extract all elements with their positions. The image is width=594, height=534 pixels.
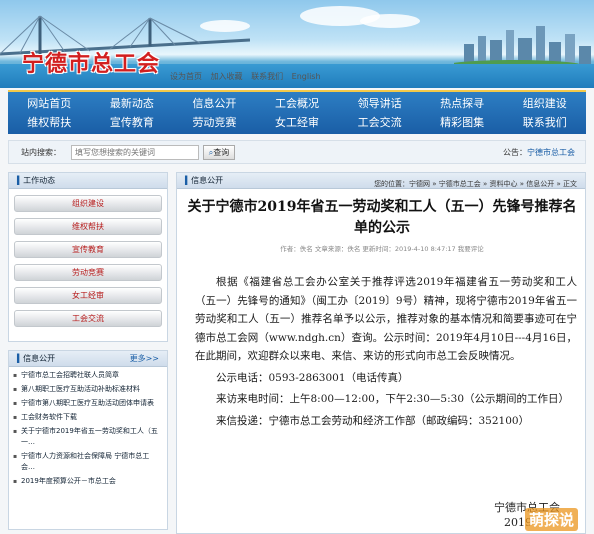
- nav-item-info-public[interactable]: 信息公开: [173, 94, 256, 114]
- work-dynamics-title: ▍工作动态: [9, 173, 167, 189]
- bulletin-text[interactable]: 宁德市总工会: [527, 148, 575, 157]
- nav-item-rights[interactable]: 维权帮扶: [8, 113, 91, 133]
- top-links: 设为首页 加入收藏 联系我们 English: [170, 71, 327, 82]
- bulletin: 公告：宁德市总工会: [503, 147, 575, 158]
- work-item-exchange[interactable]: 工会交流: [14, 310, 162, 327]
- nav-item-competition[interactable]: 劳动竞赛: [173, 113, 256, 133]
- list-item[interactable]: 宁德市总工会招聘社联人员简章: [9, 370, 167, 381]
- bulletin-label: 公告：: [503, 148, 527, 157]
- search-button-label: 查询: [213, 148, 230, 157]
- top-link-english[interactable]: English: [292, 72, 321, 81]
- panel-title-text: 工作动态: [23, 176, 56, 185]
- search-button[interactable]: ⌕查询: [203, 145, 235, 160]
- breadcrumb[interactable]: 您的位置：宁德网 » 宁德市总工会 » 资料中心 » 信息公开 » 正文: [374, 176, 577, 192]
- article-body: 根据《福建省总工会办公室关于推荐评选2019年福建省五一劳动奖和工人（五一）先锋…: [195, 273, 577, 430]
- article-paragraph: 来访来电时间：上午8:00—12:00，下午2:30—5:30（公示期间的工作日…: [216, 393, 569, 405]
- nav-item-education[interactable]: 宣传教育: [91, 113, 174, 133]
- list-item[interactable]: 2019年度预算公开－市总工会: [9, 476, 167, 487]
- article-meta: 作者：佚名 文章来源：佚名 更新时间：2019-4-10 8:47:17 我要评…: [280, 245, 484, 253]
- info-public-panel: ▍信息公开 更多>> 宁德市总工会招聘社联人员简章 第八期职工医疗互助活动补助标…: [8, 350, 168, 530]
- nav-item-gallery[interactable]: 精彩图集: [421, 113, 504, 133]
- top-link-home[interactable]: 设为首页: [170, 72, 202, 81]
- page: 宁德市总工会 设为首页 加入收藏 联系我们 English 网站首页 最新动态 …: [0, 0, 594, 534]
- work-item-education[interactable]: 宣传教育: [14, 241, 162, 258]
- nav-row: 维权帮扶 宣传教育 劳动竞赛 女工经审 工会交流 精彩图集 联系我们: [8, 113, 586, 133]
- watermark-logo: 萌探说: [525, 508, 579, 531]
- panel-title-text: 信息公开: [191, 176, 224, 185]
- list-item[interactable]: 工会财务软件下载: [9, 412, 167, 423]
- nav-item-home[interactable]: 网站首页: [8, 94, 91, 114]
- site-title: 宁德市总工会: [22, 51, 161, 77]
- nav-item-contact[interactable]: 联系我们: [503, 113, 586, 133]
- main-nav: 网站首页 最新动态 信息公开 工会概况 领导讲话 热点探寻 组织建设 维权帮扶 …: [8, 90, 586, 134]
- article-title: 关于宁德市2019年省五一劳动奖和工人（五一）先锋号推荐名单的公示: [187, 199, 577, 236]
- list-item[interactable]: 宁德市人力资源和社会保障局 宁德市总工会…: [9, 451, 167, 473]
- article-paragraph: 公示电话：0593-2863001（电话传真）: [216, 371, 409, 384]
- info-public-title: ▍信息公开 更多>>: [9, 351, 167, 367]
- nav-row: 网站首页 最新动态 信息公开 工会概况 领导讲话 热点探寻 组织建设: [8, 94, 586, 114]
- nav-item-organization[interactable]: 组织建设: [503, 94, 586, 114]
- article-panel: ▍信息公开 您的位置：宁德网 » 宁德市总工会 » 资料中心 » 信息公开 » …: [176, 172, 586, 534]
- work-item-competition[interactable]: 劳动竞赛: [14, 264, 162, 281]
- list-item[interactable]: 关于宁德市2019年省五一劳动奖和工人（五一…: [9, 426, 167, 448]
- list-item[interactable]: 第八期职工医疗互助活动补助标准材料: [9, 384, 167, 395]
- search-label: 站内搜索：: [21, 148, 61, 157]
- work-dynamics-panel: ▍工作动态 组织建设 维权帮扶 宣传教育 劳动竞赛 女工经审 工会交流: [8, 172, 168, 342]
- article-paragraph: 根据《福建省总工会办公室关于推荐评选2019年福建省五一劳动奖和工人（五一）先锋…: [195, 276, 577, 362]
- nav-item-latest[interactable]: 最新动态: [91, 94, 174, 114]
- top-link-contact[interactable]: 联系我们: [251, 72, 283, 81]
- work-item-rights[interactable]: 维权帮扶: [14, 218, 162, 235]
- article-paragraph: 来信投递：宁德市总工会劳动和经济工作部（邮政编码：352100）: [216, 414, 530, 427]
- site-banner: 宁德市总工会 设为首页 加入收藏 联系我们 English: [0, 0, 594, 88]
- top-link-favorite[interactable]: 加入收藏: [211, 72, 243, 81]
- panel-title-text: 信息公开: [23, 354, 56, 363]
- work-item-women-audit[interactable]: 女工经审: [14, 287, 162, 304]
- nav-item-exchange[interactable]: 工会交流: [338, 113, 421, 133]
- article-section-title: ▍信息公开 您的位置：宁德网 » 宁德市总工会 » 资料中心 » 信息公开 » …: [177, 173, 585, 189]
- search-bar: 站内搜索： ⌕查询 公告：宁德市总工会: [8, 140, 586, 164]
- city-skyline-image: [454, 26, 591, 68]
- search-input[interactable]: [71, 145, 199, 160]
- more-link[interactable]: 更多>>: [130, 351, 159, 367]
- cloud-decoration: [360, 14, 420, 28]
- nav-item-women-audit[interactable]: 女工经审: [256, 113, 339, 133]
- list-item[interactable]: 宁德市第八期职工医疗互助活动团体申请表: [9, 398, 167, 409]
- nav-item-hotspots[interactable]: 热点探寻: [421, 94, 504, 114]
- work-item-organization[interactable]: 组织建设: [14, 195, 162, 212]
- nav-item-speeches[interactable]: 领导讲话: [338, 94, 421, 114]
- nav-item-overview[interactable]: 工会概况: [256, 94, 339, 114]
